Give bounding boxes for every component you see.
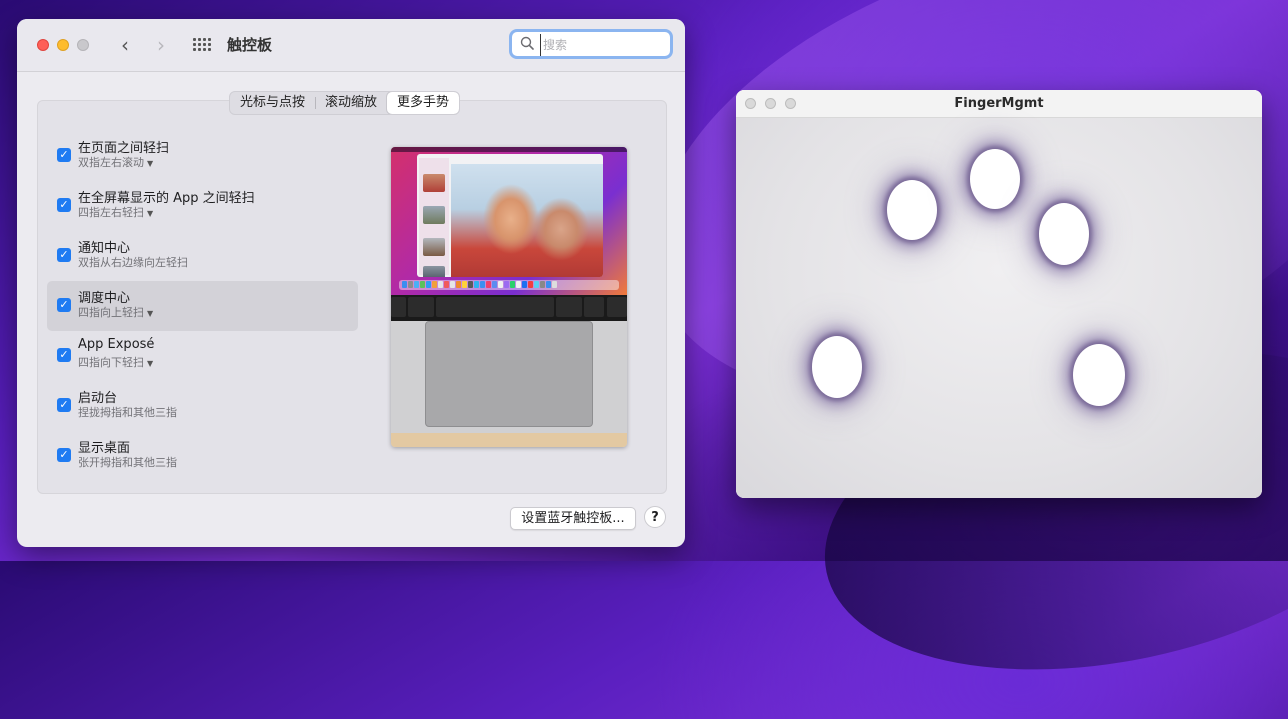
preview-photos-window bbox=[417, 154, 603, 277]
chevron-down-icon: ▼ bbox=[147, 209, 154, 218]
checkbox[interactable]: ✓ bbox=[57, 448, 71, 462]
gesture-row-notification-center[interactable]: ✓ 通知中心 双指从右边缘向左轻扫 bbox=[47, 231, 358, 281]
gesture-option-dropdown[interactable]: 双指左右滚动 ▼ bbox=[78, 154, 153, 170]
gesture-title: App Exposé bbox=[78, 337, 155, 352]
checkbox[interactable]: ✓ bbox=[57, 398, 71, 412]
finger-touch bbox=[970, 149, 1020, 209]
finger-touch bbox=[1073, 344, 1125, 406]
help-button[interactable]: ? bbox=[644, 506, 666, 528]
gesture-subtitle: 张开拇指和其他三指 bbox=[78, 456, 177, 469]
show-all-grid-icon[interactable] bbox=[193, 38, 211, 52]
tab-more-gestures[interactable]: 更多手势 bbox=[387, 92, 460, 114]
preview-keyboard bbox=[391, 295, 627, 321]
checkbox[interactable]: ✓ bbox=[57, 198, 71, 212]
preview-screen bbox=[391, 147, 627, 295]
gesture-option-dropdown[interactable]: 四指向上轻扫 ▼ bbox=[78, 304, 153, 320]
setup-bluetooth-trackpad-button[interactable]: 设置蓝牙触控板... bbox=[510, 507, 636, 530]
forward-chevron-icon[interactable]: › bbox=[149, 33, 173, 57]
finger-touch bbox=[812, 336, 862, 398]
gesture-row-mission-control[interactable]: ✓ 调度中心 四指向上轻扫 ▼ bbox=[47, 281, 358, 331]
search-field[interactable] bbox=[509, 29, 673, 59]
gesture-subtitle: 四指向上轻扫 bbox=[78, 306, 144, 319]
gesture-subtitle: 双指左右滚动 bbox=[78, 156, 144, 169]
chevron-down-icon: ▼ bbox=[147, 309, 154, 318]
gesture-list: ✓ 在页面之间轻扫 双指左右滚动 ▼ ✓ 在全屏幕显示的 App 之间轻扫 四指左… bbox=[47, 131, 358, 481]
checkbox[interactable]: ✓ bbox=[57, 348, 71, 362]
gesture-row-app-expose[interactable]: ✓ App Exposé 四指向下轻扫 ▼ bbox=[47, 331, 358, 381]
finger-touch bbox=[1039, 203, 1089, 265]
gesture-preview-video bbox=[391, 147, 627, 447]
gesture-subtitle: 四指左右轻扫 bbox=[78, 206, 144, 219]
preview-trackpad bbox=[425, 321, 593, 427]
checkbox[interactable]: ✓ bbox=[57, 248, 71, 262]
fingermgmt-window: FingerMgmt bbox=[736, 90, 1262, 498]
chevron-down-icon: ▼ bbox=[147, 359, 154, 368]
preview-dock bbox=[399, 280, 619, 290]
tab-scroll-and-zoom[interactable]: 滚动缩放 bbox=[315, 92, 387, 114]
back-chevron-icon[interactable]: ‹ bbox=[113, 33, 137, 57]
gesture-subtitle: 四指向下轻扫 bbox=[78, 356, 144, 369]
tab-bar: 光标与点按 滚动缩放 更多手势 bbox=[229, 91, 461, 115]
gesture-row-swipe-between-pages[interactable]: ✓ 在页面之间轻扫 双指左右滚动 ▼ bbox=[47, 131, 358, 181]
preview-laptop-body bbox=[391, 321, 627, 433]
checkbox[interactable]: ✓ bbox=[57, 298, 71, 312]
preview-photo bbox=[451, 164, 603, 277]
trackpad-preferences-window: ‹ › 触控板 光标与点按 滚动缩放 更多手势 ✓ 在页面之间轻扫 双指左右滚动… bbox=[17, 19, 685, 547]
gesture-option-dropdown[interactable]: 四指左右轻扫 ▼ bbox=[78, 204, 153, 220]
title-bar: ‹ › 触控板 bbox=[17, 19, 685, 72]
touch-canvas bbox=[736, 118, 1262, 498]
search-input[interactable] bbox=[540, 34, 670, 56]
gesture-row-show-desktop[interactable]: ✓ 显示桌面 张开拇指和其他三指 bbox=[47, 431, 358, 481]
chevron-down-icon: ▼ bbox=[147, 159, 154, 168]
search-icon bbox=[520, 36, 534, 50]
gesture-option-dropdown[interactable]: 四指向下轻扫 ▼ bbox=[78, 354, 153, 370]
close-button[interactable] bbox=[37, 39, 49, 51]
tab-point-and-click[interactable]: 光标与点按 bbox=[230, 92, 315, 114]
fingermgmt-title-bar: FingerMgmt bbox=[736, 90, 1262, 118]
minimize-button[interactable] bbox=[57, 39, 69, 51]
zoom-button[interactable] bbox=[77, 39, 89, 51]
gesture-row-swipe-between-fullscreen-apps[interactable]: ✓ 在全屏幕显示的 App 之间轻扫 四指左右轻扫 ▼ bbox=[47, 181, 358, 231]
checkbox[interactable]: ✓ bbox=[57, 148, 71, 162]
gesture-subtitle: 双指从右边缘向左轻扫 bbox=[78, 256, 188, 269]
gesture-row-launchpad[interactable]: ✓ 启动台 捏拢拇指和其他三指 bbox=[47, 381, 358, 431]
window-title: 触控板 bbox=[227, 36, 273, 54]
finger-touch bbox=[887, 180, 937, 240]
gesture-subtitle: 捏拢拇指和其他三指 bbox=[78, 406, 177, 419]
fingermgmt-title: FingerMgmt bbox=[954, 96, 1044, 111]
